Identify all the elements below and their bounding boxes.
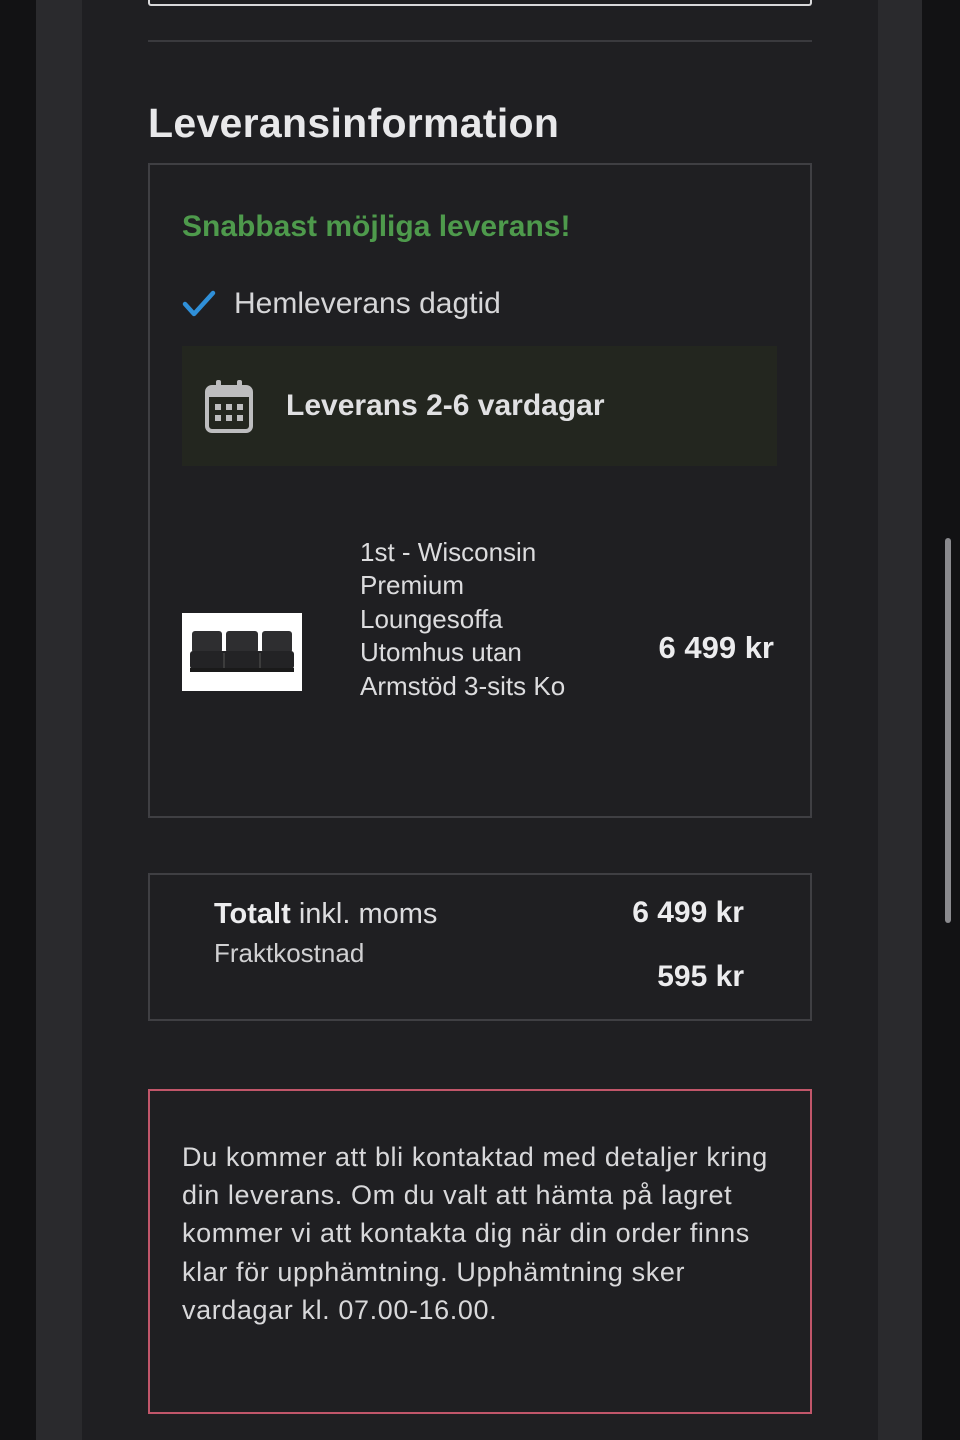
total-value: 6 499 kr xyxy=(632,896,744,929)
freight-value: 595 kr xyxy=(657,960,744,993)
product-image[interactable] xyxy=(182,613,302,691)
product-name[interactable]: 1st - Wisconsin Premium Loungesoffa Utom… xyxy=(360,536,600,703)
check-icon xyxy=(182,290,216,317)
product-price: 6 499 kr xyxy=(658,630,775,665)
sofa-image xyxy=(190,631,294,672)
delivery-method-label: Hemleverans dagtid xyxy=(234,287,501,320)
total-label-bold: Totalt xyxy=(214,898,291,930)
delivery-card xyxy=(148,163,812,818)
total-label-vat: inkl. moms xyxy=(290,898,438,930)
delivery-promo-text: Snabbast möjliga leverans! xyxy=(182,210,571,243)
delivery-method-row: Hemleverans dagtid xyxy=(182,282,501,326)
scrollbar[interactable] xyxy=(945,538,951,923)
section-divider xyxy=(148,40,812,42)
delivery-eta-box: Leverans 2-6 vardagar xyxy=(182,346,777,466)
total-label: Totalt inkl. moms xyxy=(214,898,437,931)
delivery-eta-text: Leverans 2-6 vardagar xyxy=(286,389,605,422)
freight-label: Fraktkostnad xyxy=(214,938,365,968)
page-title: Leveransinformation xyxy=(148,100,560,146)
delivery-notice-text: Du kommer att bli kontaktad med detaljer… xyxy=(182,1142,768,1325)
calendar-icon xyxy=(205,380,253,433)
previous-section-edge xyxy=(148,0,812,6)
